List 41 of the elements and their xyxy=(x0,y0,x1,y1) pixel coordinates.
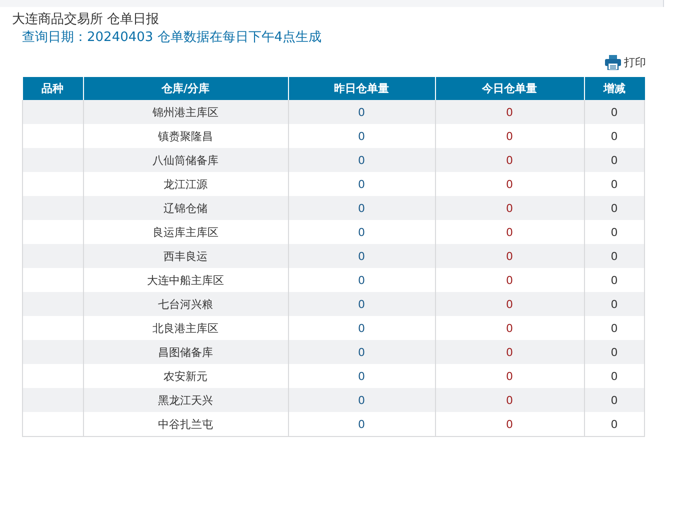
table-cell: 西丰良运 xyxy=(83,244,288,268)
table-cell: 0 xyxy=(584,196,644,220)
table-cell: 锦州港主库区 xyxy=(83,100,288,124)
table-cell: 0 xyxy=(584,388,644,412)
table-cell: 0 xyxy=(288,196,435,220)
printer-icon xyxy=(605,55,621,70)
table-cell: 0 xyxy=(288,100,435,124)
table-cell: 0 xyxy=(435,340,584,364)
table-cell: 中谷扎兰屯 xyxy=(83,412,288,436)
table-cell: 0 xyxy=(288,388,435,412)
table-cell: 0 xyxy=(288,148,435,172)
table-cell: 0 xyxy=(584,412,644,436)
table-cell: 辽锦仓储 xyxy=(83,196,288,220)
column-header: 增减 xyxy=(584,77,644,100)
table-cell: 0 xyxy=(288,292,435,316)
table-cell: 0 xyxy=(435,244,584,268)
table-cell: 0 xyxy=(435,388,584,412)
table-cell: 0 xyxy=(584,292,644,316)
table-cell: 八仙筒储备库 xyxy=(83,148,288,172)
table-cell: 0 xyxy=(288,412,435,436)
table-cell: 0 xyxy=(435,196,584,220)
table-cell: 0 xyxy=(584,244,644,268)
table-cell: 0 xyxy=(584,100,644,124)
column-header: 品种 xyxy=(22,77,83,100)
table-cell: 七台河兴粮 xyxy=(83,292,288,316)
table-cell: 昌图储备库 xyxy=(83,340,288,364)
table-cell: 0 xyxy=(435,148,584,172)
print-button[interactable]: 打印 xyxy=(605,55,646,70)
table-cell: 0 xyxy=(288,340,435,364)
table-cell: 0 xyxy=(435,292,584,316)
table-cell: 0 xyxy=(435,412,584,436)
page-title: 大连商品交易所 仓单日报 xyxy=(12,11,160,28)
table-cell: 0 xyxy=(584,340,644,364)
column-header: 今日仓单量 xyxy=(435,77,584,100)
column-header: 仓库/分库 xyxy=(83,77,288,100)
table-cell: 0 xyxy=(288,244,435,268)
column-header: 昨日仓单量 xyxy=(288,77,435,100)
table-cell: 黑龙江天兴 xyxy=(83,388,288,412)
table-cell: 0 xyxy=(435,100,584,124)
table-cell: 0 xyxy=(584,148,644,172)
query-date-text: 查询日期：20240403 仓单数据在每日下午4点生成 xyxy=(22,29,323,46)
